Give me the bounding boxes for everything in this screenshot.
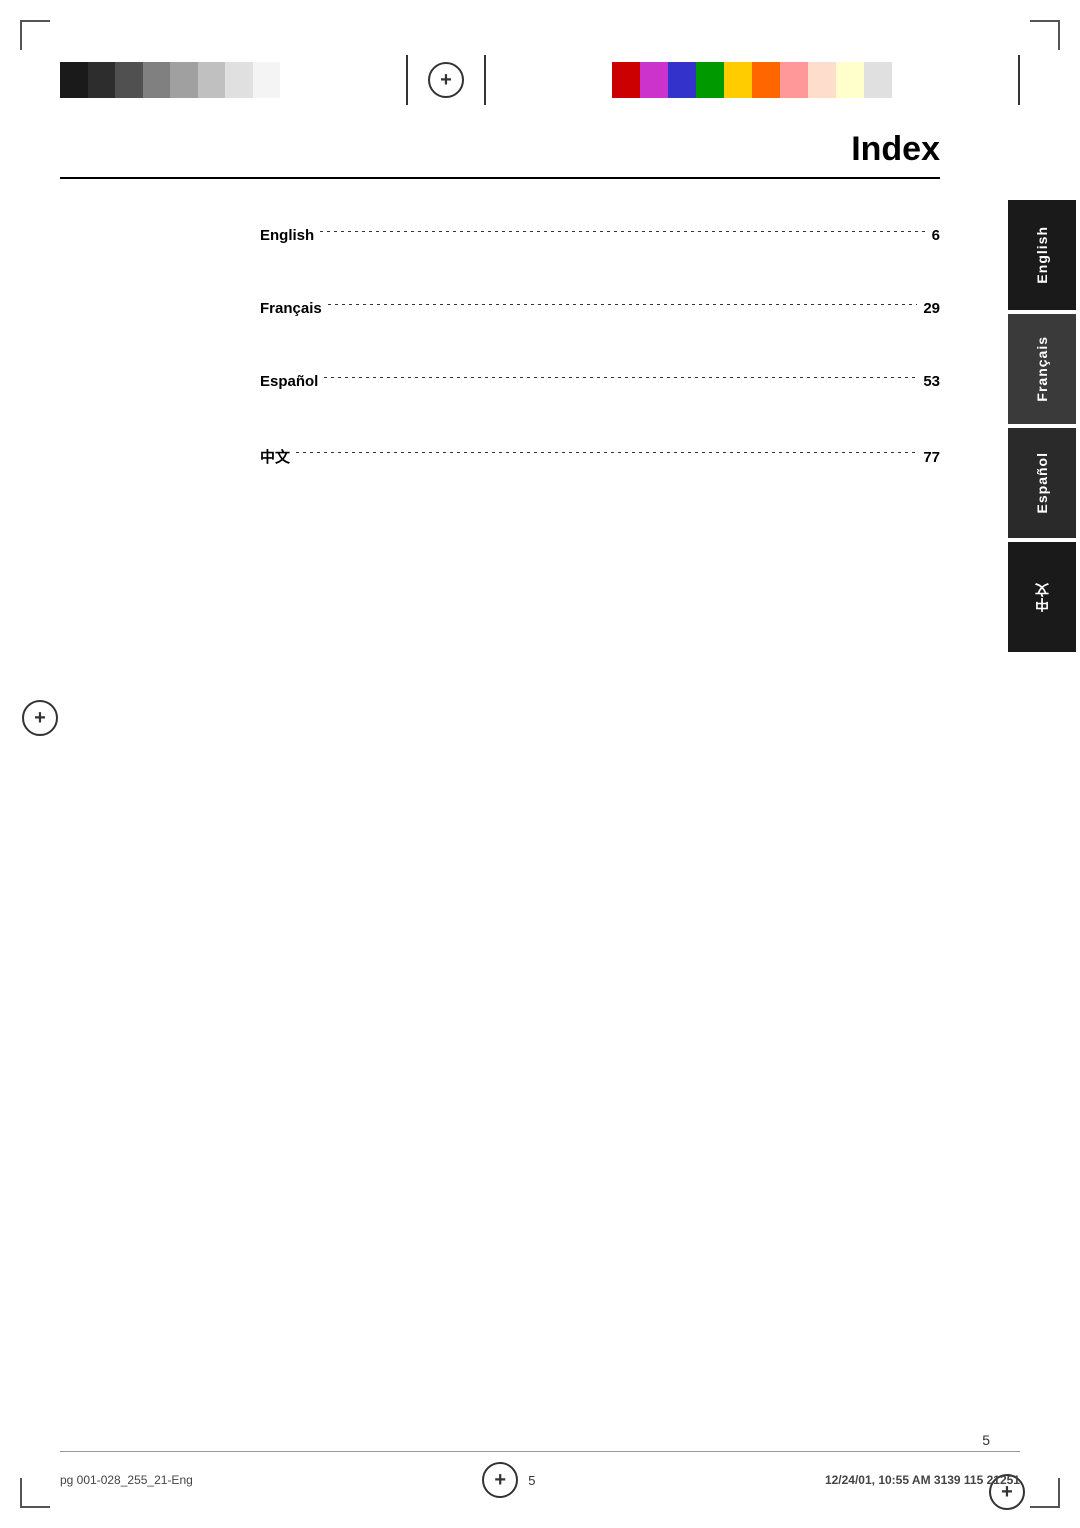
corner-mark-br [1030,1478,1060,1508]
toc-label-francais: Français [260,300,322,317]
toc-dots-english [320,231,925,232]
toc-dots-francais [328,304,918,305]
toc-entry-espanol: Español 53 [60,345,940,418]
toc-page-espanol: 53 [923,373,940,390]
footer: pg 001-028_255_21-Eng 5 12/24/01, 10:55 … [60,1451,1020,1498]
color-strip-left [60,62,280,98]
toc-entry-english: English 6 [60,199,940,272]
tab-espanol-label: Español [1034,452,1050,513]
toc-page-english: 6 [932,227,940,244]
footer-right: 12/24/01, 10:55 AM 3139 115 21251 [825,1473,1020,1487]
toc-dots-espanol [324,377,917,378]
footer-left: pg 001-028_255_21-Eng [60,1473,193,1487]
reg-mark-left [22,700,58,736]
toc-label-english: English [260,227,314,244]
tab-english[interactable]: English [1008,200,1076,310]
corner-mark-bl [20,1478,50,1508]
tab-espanol[interactable]: Español [1008,428,1076,538]
toc-entry-francais: Français 29 [60,272,940,345]
page-title: Index [60,130,1020,169]
toc-page-francais: 29 [923,300,940,317]
top-bar-area [0,40,1080,120]
reg-mark-bottom-center [482,1462,518,1498]
tab-english-label: English [1034,226,1050,284]
toc-label-espanol: Español [260,373,318,390]
tab-francais-label: Français [1034,336,1050,402]
toc-entry-chinese: 中文 77 [60,418,940,495]
tab-chinese-label: 中文 [1032,582,1052,612]
main-content: Index English 6 Français 29 Español 53 中… [60,130,1020,1428]
toc-label-chinese: 中文 [260,446,290,467]
color-strip-right [612,62,892,98]
tab-chinese[interactable]: 中文 [1008,542,1076,652]
toc-page-chinese: 77 [923,449,940,466]
page-number: 5 [982,1432,990,1448]
footer-center-page: 5 [528,1473,535,1488]
side-tabs: English Français Español 中文 [1008,200,1080,656]
toc-dots-chinese [296,452,917,453]
tab-francais[interactable]: Français [1008,314,1076,424]
reg-mark-top [428,62,464,98]
toc-area: English 6 Français 29 Español 53 中文 77 [60,179,1020,495]
